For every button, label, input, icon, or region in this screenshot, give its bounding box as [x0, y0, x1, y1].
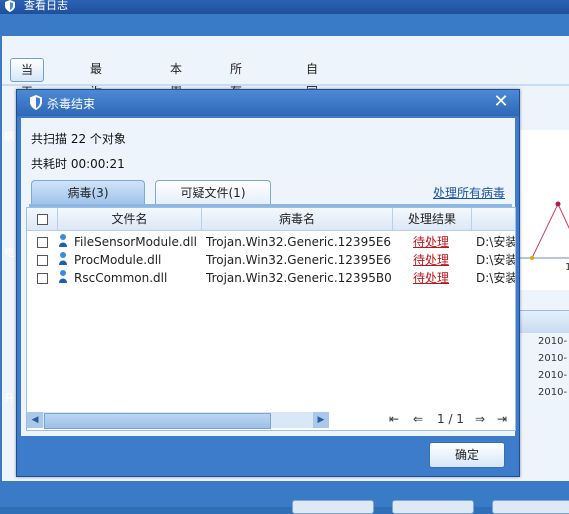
chart-axis-label: 1: [565, 262, 569, 273]
scroll-right-icon[interactable]: ▶: [313, 412, 329, 428]
scroll-left-icon[interactable]: ◀: [27, 412, 43, 428]
pending-action-link[interactable]: 待处理: [413, 233, 449, 251]
dialog-titlebar: 杀毒结束 ✕: [17, 90, 519, 116]
background-table-header: [518, 310, 569, 333]
file-name: FileSensorModule.dll: [74, 235, 197, 249]
dialog-title: 杀毒结束: [47, 97, 96, 111]
date-cell: 2010-: [538, 387, 568, 398]
table-row[interactable]: FileSensorModule.dll Trojan.Win32.Generi…: [27, 233, 515, 251]
file-path: D:\安装: [476, 271, 515, 285]
tab-today[interactable]: 当天: [10, 58, 45, 99]
background-button[interactable]: [292, 500, 374, 514]
select-all-column: [27, 208, 58, 230]
background-titlebar: 查看日志: [0, 0, 569, 14]
file-icon: [57, 251, 70, 270]
pending-action-link[interactable]: 待处理: [413, 269, 449, 287]
tab-this-week[interactable]: 本周: [160, 58, 192, 98]
file-name: RscCommon.dll: [74, 271, 168, 285]
date-cell: 2010-: [538, 336, 568, 347]
page-indicator: 1 / 1: [437, 412, 464, 426]
scanned-count: 共扫描 22 个对象: [31, 130, 126, 147]
ok-button[interactable]: 确定: [429, 442, 505, 468]
virus-name: Trojan.Win32.Generic.12395B06: [206, 271, 392, 285]
side-label: 病: [4, 130, 15, 143]
virus-name: Trojan.Win32.Generic.12395E60: [206, 253, 392, 267]
tab-custom[interactable]: 自定义: [296, 58, 328, 120]
shield-icon: [29, 95, 43, 113]
row-checkbox[interactable]: [37, 255, 48, 266]
elapsed-time: 共耗时 00:00:21: [31, 155, 125, 172]
row-checkbox[interactable]: [37, 237, 48, 248]
file-path: D:\安装: [476, 253, 515, 267]
table-row[interactable]: RscCommon.dll Trojan.Win32.Generic.12395…: [27, 269, 515, 287]
side-label: 升: [4, 392, 15, 405]
column-result[interactable]: 处理结果: [393, 208, 472, 230]
next-page-icon[interactable]: ⇒: [475, 412, 485, 426]
background-button[interactable]: [492, 500, 569, 514]
date-cell: 2010-: [538, 370, 568, 381]
scroll-thumb[interactable]: [44, 413, 271, 429]
table-row[interactable]: ProcModule.dll Trojan.Win32.Generic.1239…: [27, 251, 515, 269]
dialog-body: 共扫描 22 个对象 共耗时 00:00:21 病毒(3) 可疑文件(1) 处理…: [21, 118, 516, 436]
background-button[interactable]: [392, 500, 474, 514]
tab-virus[interactable]: 病毒(3): [31, 180, 145, 205]
scan-result-dialog: 杀毒结束 ✕ 共扫描 22 个对象 共耗时 00:00:21 病毒(3) 可疑文…: [16, 89, 520, 477]
column-file-name[interactable]: 文件名: [58, 208, 202, 230]
last-page-icon[interactable]: ⇥: [497, 412, 507, 426]
file-icon: [57, 233, 70, 252]
scanned-value: 22 个对象: [70, 132, 126, 146]
virus-name: Trojan.Win32.Generic.12395E61: [206, 235, 392, 249]
file-path: D:\安装: [476, 235, 515, 249]
table-header: 文件名 病毒名 处理结果: [27, 208, 515, 231]
divider: [2, 84, 569, 86]
column-virus-name[interactable]: 病毒名: [202, 208, 393, 230]
column-path: [472, 208, 515, 230]
select-all-checkbox[interactable]: [36, 214, 48, 225]
first-page-icon[interactable]: ⇤: [389, 412, 399, 426]
row-checkbox[interactable]: [37, 273, 48, 284]
tab-suspicious-files[interactable]: 可疑文件(1): [155, 180, 271, 205]
scanned-label: 共扫描: [31, 132, 68, 146]
elapsed-label: 共耗时: [31, 157, 68, 171]
result-tabs: 病毒(3) 可疑文件(1) 处理所有病毒: [29, 180, 513, 206]
date-cell: 2010-: [538, 353, 568, 364]
prev-page-icon[interactable]: ⇐: [413, 412, 423, 426]
elapsed-value: 00:00:21: [70, 157, 125, 171]
tab-last-three-days[interactable]: 最近三天: [80, 58, 112, 142]
pending-action-link[interactable]: 待处理: [413, 251, 449, 269]
virus-table: 文件名 病毒名 处理结果 FileSensorModule.dll Trojan…: [26, 207, 516, 431]
background-title: 查看日志: [24, 0, 68, 12]
handle-all-viruses-link[interactable]: 处理所有病毒: [433, 184, 505, 201]
shield-icon: [4, 0, 16, 15]
file-icon: [57, 269, 70, 288]
file-name: ProcModule.dll: [74, 253, 162, 267]
tab-all-records[interactable]: 所有记录: [220, 58, 252, 142]
background-chart: [518, 130, 569, 290]
horizontal-scrollbar[interactable]: ◀ ▶: [27, 412, 329, 429]
close-icon[interactable]: ✕: [491, 92, 511, 112]
side-label: 电: [4, 246, 15, 259]
